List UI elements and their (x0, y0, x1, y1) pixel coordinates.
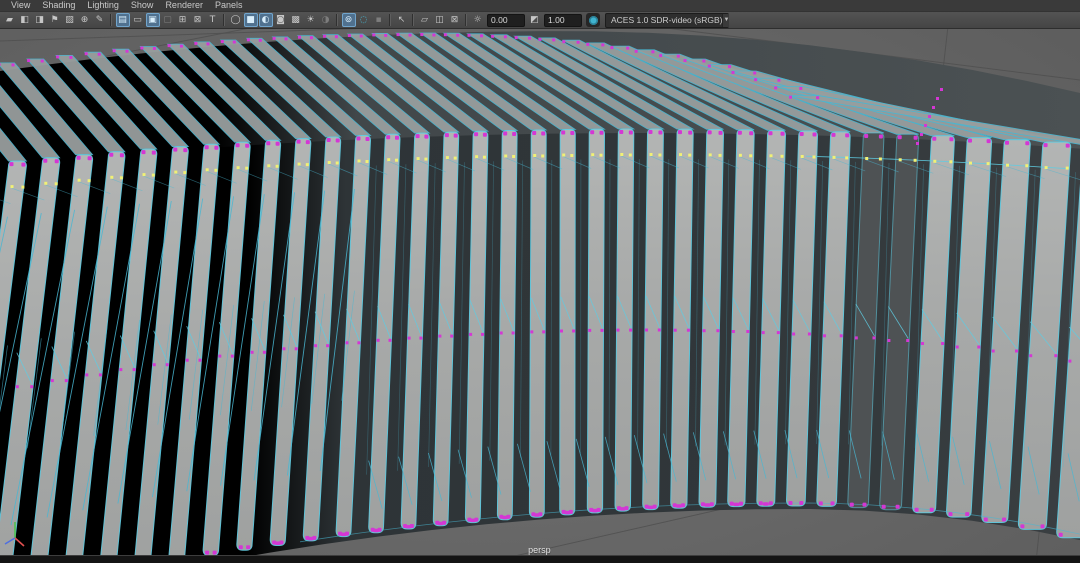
menu-show[interactable]: Show (125, 0, 160, 11)
lock-camera-icon[interactable]: ◧ (18, 13, 32, 27)
toolbar-separator (336, 14, 338, 26)
gate-mask-icon[interactable]: ▢ (161, 13, 175, 27)
exposure-icon[interactable]: ☼ (471, 13, 485, 27)
camera-label: persp (528, 545, 551, 555)
shadows-icon[interactable]: ◑ (319, 13, 333, 27)
wireframe-icon[interactable]: ◯ (229, 13, 243, 27)
field-chart-icon[interactable]: ⊞ (176, 13, 190, 27)
film-gate-icon[interactable]: ▭ (131, 13, 145, 27)
two-d-pan-zoom-icon[interactable]: ⊕ (78, 13, 92, 27)
xray-joints-icon[interactable]: ◫ (433, 13, 447, 27)
toolbar-separator (110, 14, 112, 26)
grease-pencil-icon[interactable]: ✎ (93, 13, 107, 27)
color-space-label: ACES 1.0 SDR-video (sRGB) (611, 15, 723, 25)
toolbar-separator (465, 14, 467, 26)
screen-space-ao-icon[interactable]: ⊚ (341, 13, 356, 27)
gamma-value-field[interactable]: 1.00 (544, 13, 582, 27)
toolbar-separator (389, 14, 391, 26)
bookmark-icon[interactable]: ⚑ (48, 13, 62, 27)
xray-icon[interactable]: ▱ (418, 13, 432, 27)
panel-menu-bar: View Shading Lighting Show Renderer Pane… (0, 0, 1080, 12)
menu-lighting[interactable]: Lighting (81, 0, 125, 11)
select-camera-icon[interactable]: ▰ (3, 13, 17, 27)
menu-shading[interactable]: Shading (36, 0, 81, 11)
color-management-dot (588, 15, 598, 25)
depth-of-field-icon[interactable]: ▪ (372, 13, 386, 27)
shaded-icon[interactable]: ■ (243, 13, 258, 27)
panel-toolbar: ▰ ◧ ◨ ⚑ ▨ ⊕ ✎ ▤ ▭ ▣ ▢ ⊞ ⊠ T ◯ ■ ◐ ◙ ▩ ☀ ◑ ⊚ ◌ ▪ ↖ ▱ ◫ ⊠ ☼ 0.00 ◩ 1.00 AC… (0, 12, 1080, 29)
color-space-dropdown[interactable]: ACES 1.0 SDR-video (sRGB) ▼ (605, 12, 730, 28)
use-all-lights-icon[interactable]: ☀ (304, 13, 318, 27)
textured-icon[interactable]: ◙ (274, 13, 288, 27)
menu-view[interactable]: View (5, 0, 36, 11)
resolution-gate-icon[interactable]: ▣ (145, 13, 160, 27)
panel-header: View Shading Lighting Show Renderer Pane… (0, 0, 1080, 29)
motion-blur-icon[interactable]: ◌ (357, 13, 371, 27)
camera-attributes-icon[interactable]: ◨ (33, 13, 47, 27)
safe-title-icon[interactable]: T (206, 13, 220, 27)
bottom-panel-strip (0, 555, 1080, 563)
toolbar-separator (412, 14, 414, 26)
image-plane-icon[interactable]: ▨ (63, 13, 77, 27)
xray-active-components-icon[interactable]: ⊠ (448, 13, 462, 27)
contrast-icon[interactable]: ◩ (528, 13, 542, 27)
toolbar-separator (223, 14, 225, 26)
grid-icon[interactable]: ▤ (115, 13, 130, 27)
safe-action-icon[interactable]: ⊠ (191, 13, 205, 27)
isolate-select-icon[interactable]: ↖ (395, 13, 409, 27)
viewport[interactable]: persp (0, 0, 1080, 563)
menu-renderer[interactable]: Renderer (159, 0, 209, 11)
viewport-canvas[interactable] (0, 0, 1080, 563)
menu-panels[interactable]: Panels (209, 0, 249, 11)
dropdown-arrow-icon: ▼ (722, 13, 730, 27)
material-override-icon[interactable]: ▩ (289, 13, 303, 27)
color-management-icon[interactable] (586, 13, 600, 27)
wireframe-on-shaded-icon[interactable]: ◐ (258, 13, 273, 27)
exposure-value-field[interactable]: 0.00 (487, 13, 525, 27)
